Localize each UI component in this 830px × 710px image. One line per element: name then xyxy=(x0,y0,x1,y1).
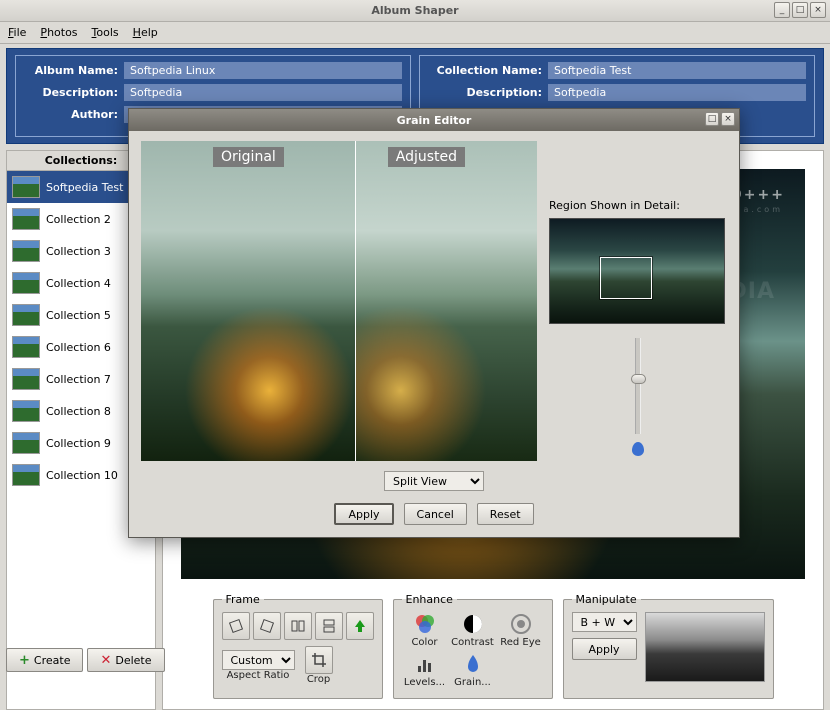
create-label: Create xyxy=(34,654,71,667)
sidebar-item-label: Collection 2 xyxy=(46,213,111,226)
manipulate-preview xyxy=(645,612,765,682)
redeye-label: Red Eye xyxy=(500,637,541,648)
menu-help[interactable]: Help xyxy=(133,26,158,39)
thumb-icon xyxy=(12,304,40,326)
dialog-reset-button[interactable]: Reset xyxy=(477,503,534,525)
rotate-ccw-button[interactable] xyxy=(222,612,250,640)
thumb-icon xyxy=(12,240,40,262)
thumb-icon xyxy=(12,208,40,230)
sidebar-item-label: Collection 5 xyxy=(46,309,111,322)
sidebar-item-label: Softpedia Test xyxy=(46,181,123,194)
album-name-label: Album Name: xyxy=(24,64,124,77)
thumb-icon xyxy=(12,464,40,486)
sidebar-item-label: Collection 10 xyxy=(46,469,118,482)
dialog-titlebar[interactable]: Grain Editor □ × xyxy=(129,109,739,131)
dialog-title: Grain Editor xyxy=(129,114,739,127)
dialog-maximize-button[interactable]: □ xyxy=(705,112,719,126)
album-name-field[interactable]: Softpedia Linux xyxy=(124,62,402,79)
sidebar-item-label: Collection 3 xyxy=(46,245,111,258)
bottom-bar: + Create ✕ Delete xyxy=(6,648,165,672)
crop-button[interactable] xyxy=(305,646,333,674)
thumb-icon xyxy=(12,176,40,198)
region-overview[interactable] xyxy=(549,218,725,324)
grain-slider[interactable] xyxy=(635,338,641,434)
collection-name-label: Collection Name: xyxy=(428,64,548,77)
menu-file[interactable]: File xyxy=(8,26,26,39)
region-selection-box[interactable] xyxy=(600,257,652,299)
app-titlebar: Album Shaper _ □ × xyxy=(0,0,830,22)
color-icon[interactable] xyxy=(413,612,437,636)
menu-photos[interactable]: Photos xyxy=(40,26,77,39)
sidebar-item-label: Collection 9 xyxy=(46,437,111,450)
crop-label: Crop xyxy=(305,674,333,685)
app-title: Album Shaper xyxy=(0,4,830,17)
manipulate-legend: Manipulate xyxy=(572,593,641,606)
redeye-icon[interactable] xyxy=(509,612,533,636)
thumb-icon xyxy=(12,336,40,358)
thumb-icon xyxy=(12,272,40,294)
menu-tools[interactable]: Tools xyxy=(92,26,119,39)
contrast-label: Contrast xyxy=(451,637,494,648)
create-button[interactable]: + Create xyxy=(6,648,83,672)
enhance-group: Enhance Color Contrast Red Eye Levels...… xyxy=(393,593,553,699)
rotate-cw-button[interactable] xyxy=(253,612,281,640)
album-desc-label: Description: xyxy=(24,86,124,99)
dialog-cancel-button[interactable]: Cancel xyxy=(404,503,467,525)
dialog-apply-button[interactable]: Apply xyxy=(334,503,393,525)
original-tag: Original xyxy=(213,147,284,167)
minimize-button[interactable]: _ xyxy=(774,2,790,18)
sidebar-item-label: Collection 8 xyxy=(46,405,111,418)
manipulate-apply-button[interactable]: Apply xyxy=(572,638,637,660)
delete-button[interactable]: ✕ Delete xyxy=(87,648,164,672)
grain-icon[interactable] xyxy=(461,652,485,676)
thumb-icon xyxy=(12,400,40,422)
sidebar-item-label: Collection 7 xyxy=(46,373,111,386)
enhance-legend: Enhance xyxy=(402,593,457,606)
maximize-button[interactable]: □ xyxy=(792,2,808,18)
cross-icon: ✕ xyxy=(100,653,111,668)
levels-icon[interactable] xyxy=(413,652,437,676)
menubar: File Photos Tools Help xyxy=(0,22,830,44)
thumb-icon xyxy=(12,368,40,390)
collection-desc-field[interactable]: Softpedia xyxy=(548,84,806,101)
collection-desc-label: Description: xyxy=(428,86,548,99)
view-mode-select[interactable]: Split View xyxy=(384,471,484,491)
frame-legend: Frame xyxy=(222,593,264,606)
album-author-label: Author: xyxy=(24,108,124,121)
close-button[interactable]: × xyxy=(810,2,826,18)
flip-h-button[interactable] xyxy=(284,612,312,640)
frame-group: Frame Custom Aspect Ratio Crop xyxy=(213,593,383,699)
levels-label: Levels... xyxy=(404,677,445,688)
collection-name-field[interactable]: Softpedia Test xyxy=(548,62,806,79)
manipulate-mode-select[interactable]: B + W xyxy=(572,612,637,632)
contrast-icon[interactable] xyxy=(461,612,485,636)
manipulate-group: Manipulate B + W Apply xyxy=(563,593,774,699)
plus-icon: + xyxy=(19,653,30,668)
sidebar-item-label: Collection 4 xyxy=(46,277,111,290)
grain-editor-dialog: Grain Editor □ × Original Adjusted Regio… xyxy=(128,108,740,538)
color-label: Color xyxy=(411,637,437,648)
adjusted-tag: Adjusted xyxy=(388,147,465,167)
aspect-ratio-select[interactable]: Custom xyxy=(222,650,295,670)
flip-v-button[interactable] xyxy=(315,612,343,640)
album-desc-field[interactable]: Softpedia xyxy=(124,84,402,101)
region-label: Region Shown in Detail: xyxy=(549,199,727,212)
thumb-icon xyxy=(12,432,40,454)
grain-label: Grain... xyxy=(454,677,491,688)
sidebar-item-label: Collection 6 xyxy=(46,341,111,354)
split-preview[interactable]: Original Adjusted xyxy=(141,141,537,461)
arrow-up-button[interactable] xyxy=(346,612,374,640)
slider-thumb[interactable] xyxy=(631,374,646,384)
delete-label: Delete xyxy=(115,654,151,667)
tool-panels: Frame Custom Aspect Ratio Crop xyxy=(163,587,823,709)
drop-icon xyxy=(632,442,644,456)
dialog-close-button[interactable]: × xyxy=(721,112,735,126)
aspect-ratio-label: Aspect Ratio xyxy=(222,670,295,681)
